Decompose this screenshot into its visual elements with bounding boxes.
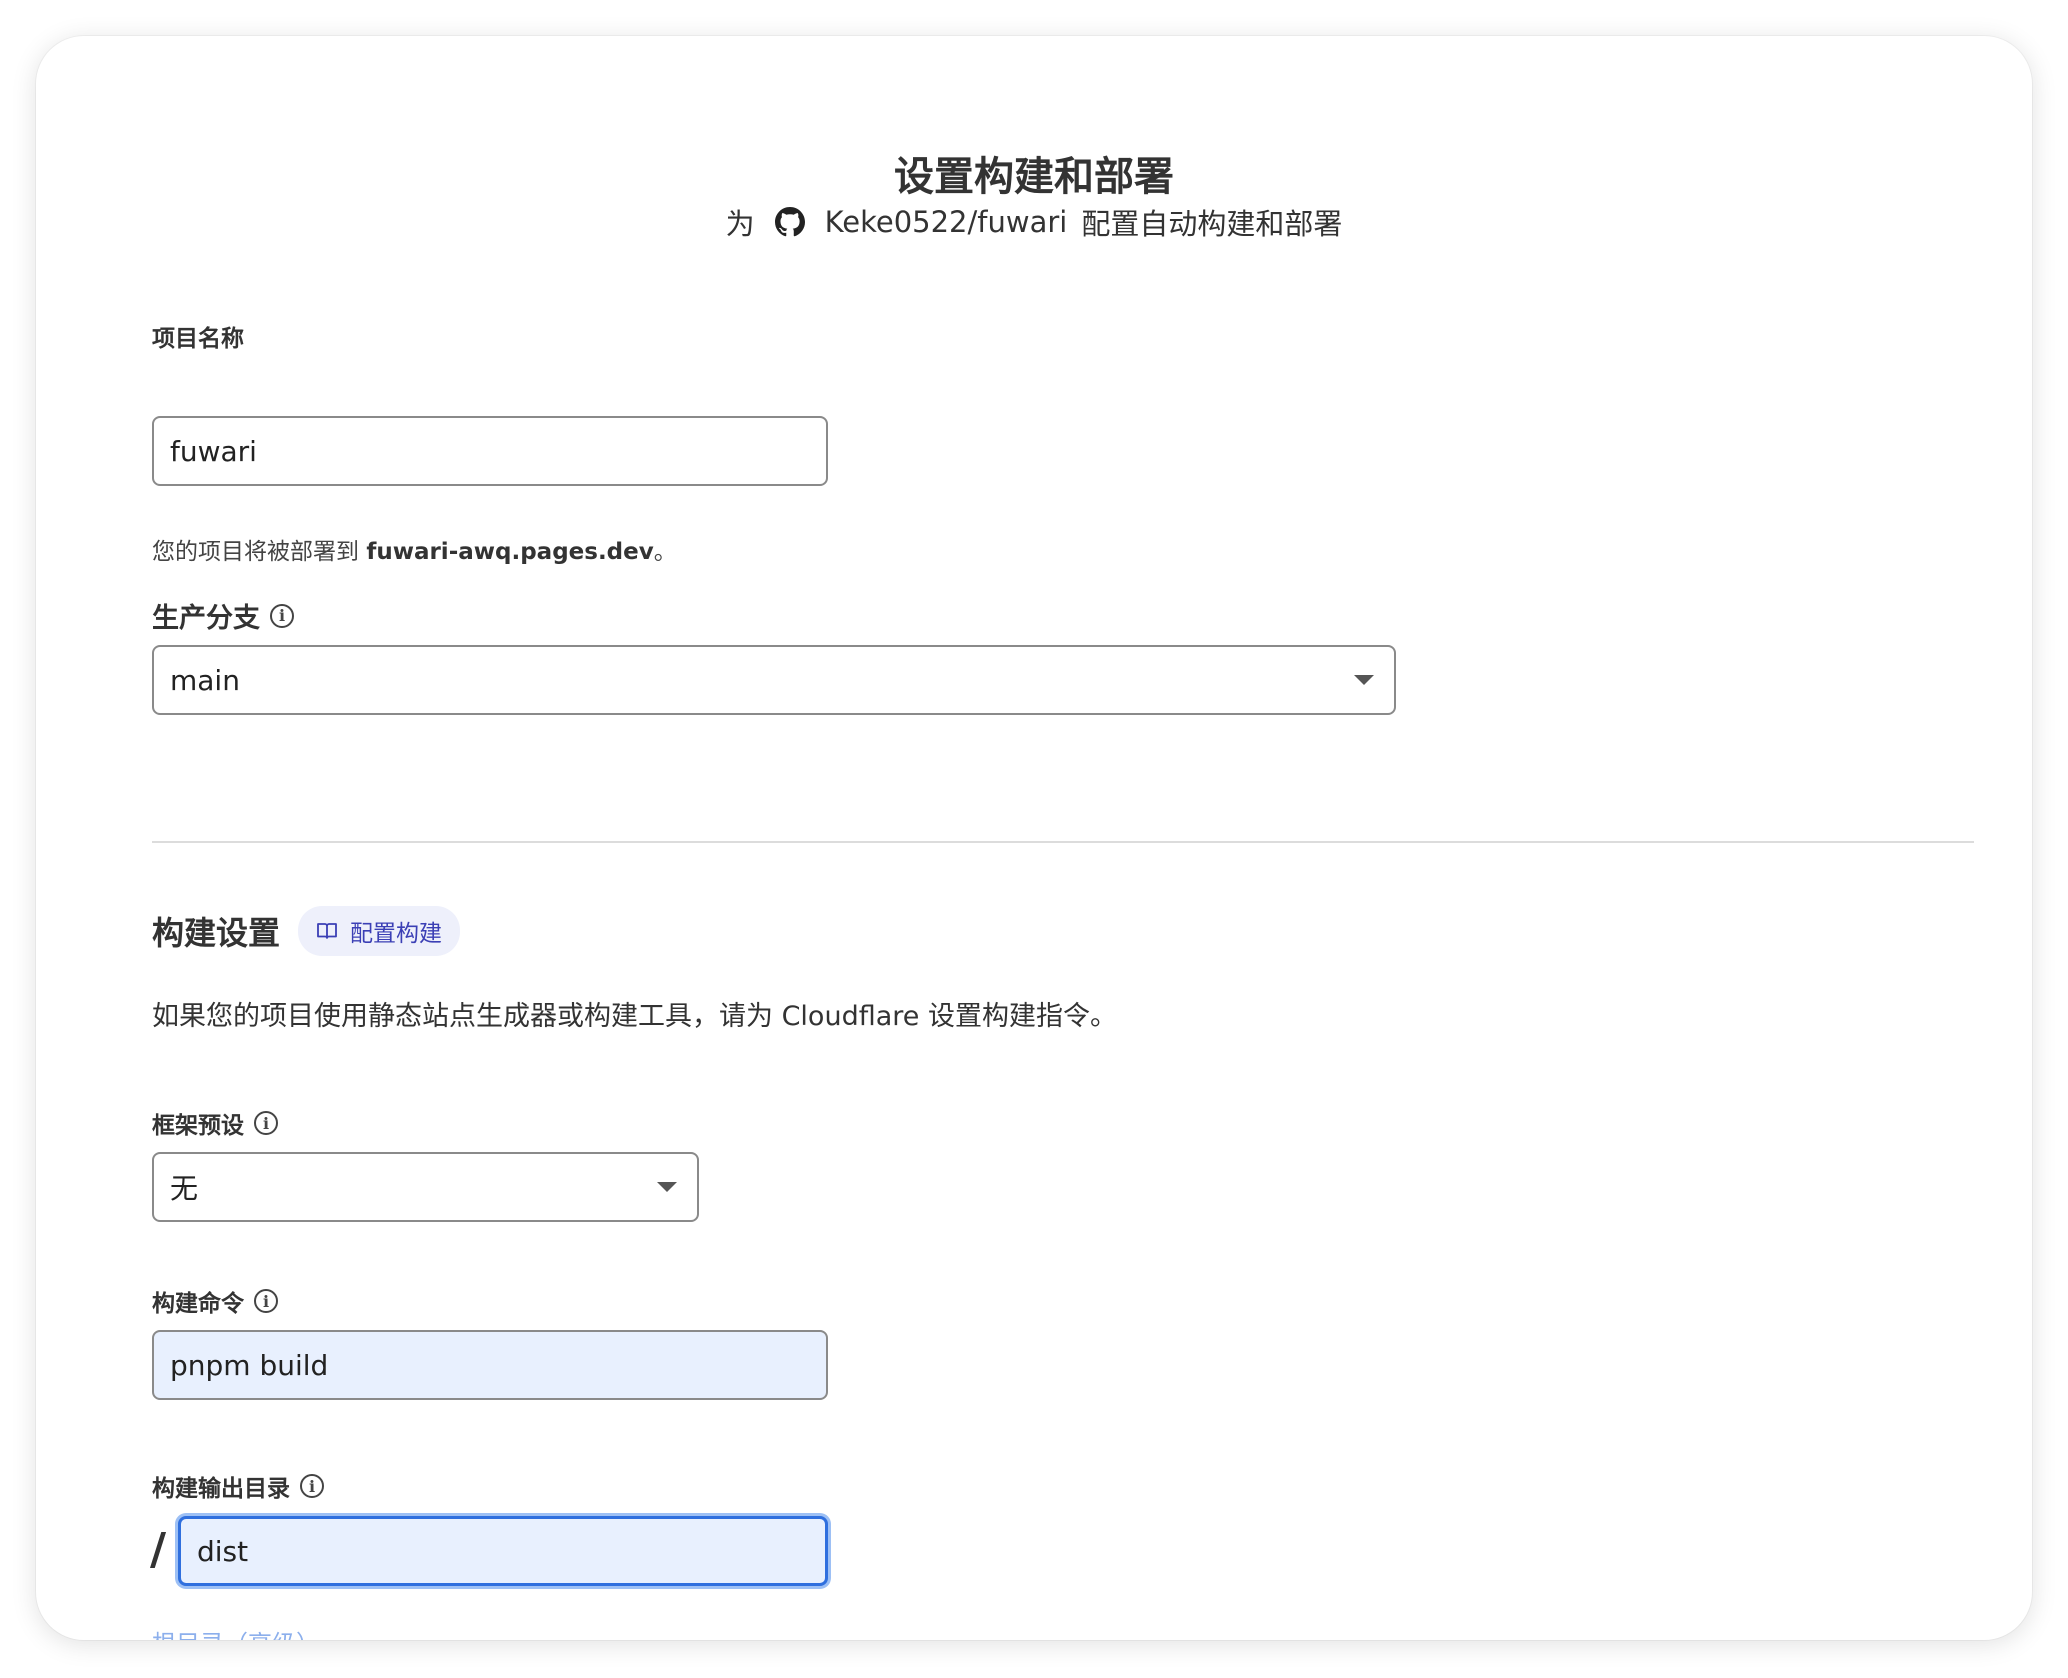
configure-build-docs-link[interactable]: 配置构建 bbox=[298, 906, 461, 956]
chevron-down-icon bbox=[657, 1182, 677, 1192]
build-output-dir-label-text: 构建输出目录 bbox=[152, 1476, 290, 1502]
build-settings-header: 构建设置 配置构建 bbox=[152, 906, 461, 956]
production-branch-value: main bbox=[170, 663, 240, 697]
setup-card: 设置构建和部署 为 Keke0522/fuwari 配置自动构建和部署 项目名称… bbox=[36, 36, 2032, 1640]
page-title: 设置构建和部署 bbox=[894, 154, 1174, 200]
project-name-input[interactable]: fuwari bbox=[152, 416, 828, 486]
book-icon bbox=[316, 921, 338, 941]
production-branch-label: 生产分支 i bbox=[152, 596, 294, 635]
production-branch-label-text: 生产分支 bbox=[152, 603, 260, 634]
subtitle-prefix: 为 bbox=[725, 207, 755, 241]
chevron-down-icon bbox=[1354, 675, 1374, 685]
github-icon bbox=[774, 207, 805, 237]
build-command-value: pnpm build bbox=[170, 1348, 329, 1382]
hint-prefix: 您的项目将被部署到 bbox=[152, 539, 359, 565]
framework-preset-label-text: 框架预设 bbox=[152, 1113, 244, 1139]
production-branch-select[interactable]: main bbox=[152, 645, 1396, 715]
build-output-dir-input[interactable]: dist bbox=[178, 1516, 828, 1586]
framework-preset-label: 框架预设 i bbox=[152, 1106, 278, 1140]
project-name-label: 项目名称 bbox=[152, 319, 244, 353]
divider bbox=[152, 841, 1974, 843]
build-command-label: 构建命令 i bbox=[152, 1284, 278, 1318]
build-output-dir-value: dist bbox=[197, 1534, 249, 1568]
info-icon[interactable]: i bbox=[254, 1289, 278, 1313]
build-command-label-text: 构建命令 bbox=[152, 1291, 244, 1317]
output-dir-prefix: / bbox=[150, 1524, 167, 1575]
build-settings-description: 如果您的项目使用静态站点生成器或构建工具，请为 Cloudflare 设置构建指… bbox=[152, 1001, 1117, 1032]
build-output-dir-label: 构建输出目录 i bbox=[152, 1469, 324, 1503]
root-directory-advanced-link[interactable]: 根目录（高级） bbox=[152, 1624, 320, 1640]
build-settings-title: 构建设置 bbox=[152, 914, 281, 952]
framework-preset-value: 无 bbox=[170, 1172, 199, 1205]
info-icon[interactable]: i bbox=[300, 1474, 324, 1498]
framework-preset-select[interactable]: 无 bbox=[152, 1152, 699, 1222]
project-domain-hint: 您的项目将被部署到 fuwari-awq.pages.dev。 bbox=[152, 532, 677, 566]
project-name-value: fuwari bbox=[170, 434, 257, 468]
hint-domain: fuwari-awq.pages.dev bbox=[366, 539, 654, 565]
page-subtitle: 为 Keke0522/fuwari 配置自动构建和部署 bbox=[36, 201, 2032, 243]
repo-name: Keke0522/fuwari bbox=[824, 205, 1068, 239]
info-icon[interactable]: i bbox=[270, 603, 294, 628]
build-command-input[interactable]: pnpm build bbox=[152, 1330, 828, 1400]
info-icon[interactable]: i bbox=[254, 1111, 278, 1135]
hint-suffix: 。 bbox=[653, 539, 677, 565]
subtitle-suffix: 配置自动构建和部署 bbox=[1081, 207, 1343, 241]
project-name-label-text: 项目名称 bbox=[152, 326, 244, 352]
configure-build-label: 配置构建 bbox=[350, 921, 443, 947]
